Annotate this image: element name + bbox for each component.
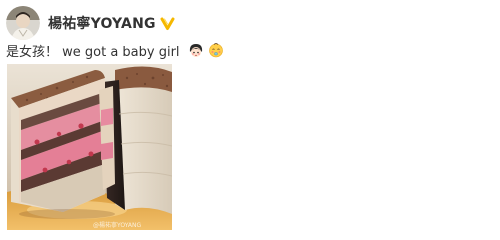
post-text-row: 是女孩！ we got a baby girl — [6, 41, 224, 60]
avatar[interactable] — [6, 6, 40, 40]
verified-badge-icon — [160, 16, 175, 31]
baby-girl-emoji — [188, 42, 204, 58]
author-row: 楊祐寧YOYANG — [48, 13, 175, 33]
author-name[interactable]: 楊祐寧YOYANG — [48, 13, 156, 33]
baby-face-emoji — [208, 42, 224, 58]
post-photo[interactable]: @楊祐寧YOYANG — [7, 64, 172, 230]
post-text: 是女孩！ we got a baby girl — [6, 44, 180, 60]
cake-photo — [7, 64, 172, 230]
avatar-image — [6, 6, 40, 40]
weibo-post: 楊祐寧YOYANG 是女孩！ we got a baby girl @楊祐寧YO… — [0, 0, 500, 240]
